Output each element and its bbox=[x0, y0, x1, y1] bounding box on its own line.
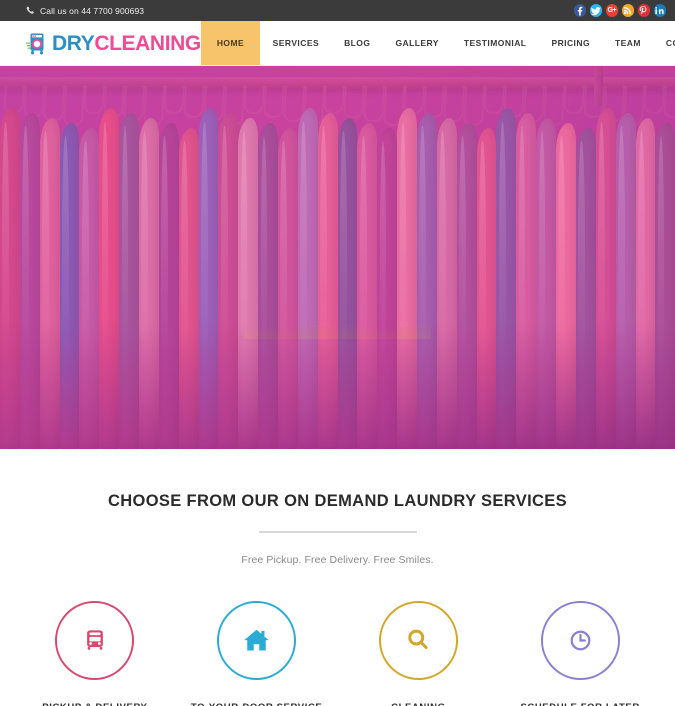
garment bbox=[178, 128, 199, 449]
washing-machine-icon bbox=[26, 31, 48, 55]
main-navigation: HOME SERVICES BLOG GALLERY TESTIMONIAL P… bbox=[200, 21, 675, 65]
garment bbox=[655, 123, 675, 449]
service-label-cleaning: CLEANING bbox=[391, 702, 445, 706]
garment bbox=[0, 108, 20, 449]
service-item-cleaning[interactable]: CLEANING bbox=[338, 600, 500, 706]
logo-text-cleaning: CLEANING bbox=[94, 31, 201, 55]
garment bbox=[357, 123, 378, 449]
garment bbox=[635, 118, 656, 449]
phone-icon bbox=[26, 6, 35, 15]
service-label-schedule-later: SCHEDULE FOR LATER bbox=[520, 702, 639, 706]
facebook-icon[interactable] bbox=[573, 4, 586, 17]
garment bbox=[436, 118, 457, 449]
nav-item-blog[interactable]: BLOG bbox=[332, 21, 383, 65]
social-links: G+ bbox=[573, 4, 666, 17]
hero-banner: JUST HANG YOUR BAG ON DOOR We Personally… bbox=[0, 66, 675, 449]
garment bbox=[337, 118, 358, 449]
service-item-pickup-delivery[interactable]: PICKUP & DELIVERY bbox=[14, 600, 176, 706]
garment bbox=[456, 123, 477, 449]
garment bbox=[317, 113, 338, 449]
garment bbox=[119, 113, 140, 449]
garment bbox=[158, 123, 179, 449]
top-bar: Call us on 44 7700 900693 G+ bbox=[0, 0, 675, 21]
garment bbox=[139, 118, 159, 449]
service-item-schedule-later[interactable]: SCHEDULE FOR LATER bbox=[499, 600, 661, 706]
rss-icon[interactable] bbox=[621, 4, 634, 17]
service-item-to-your-door[interactable]: TO-YOUR-DOOR SERVICE bbox=[176, 600, 338, 706]
garment bbox=[19, 113, 40, 449]
garment bbox=[218, 113, 239, 449]
home-icon bbox=[242, 626, 271, 655]
top-bar-contact: Call us on 44 7700 900693 bbox=[26, 6, 144, 16]
service-circle-schedule-later bbox=[540, 600, 620, 680]
garment bbox=[417, 113, 437, 449]
nav-item-gallery[interactable]: GALLERY bbox=[383, 21, 451, 65]
garment bbox=[198, 108, 219, 449]
nav-item-testimonial[interactable]: TESTIMONIAL bbox=[451, 21, 539, 65]
garment bbox=[516, 113, 537, 449]
service-circle-pickup-delivery bbox=[55, 600, 135, 680]
nav-item-pricing[interactable]: PRICING bbox=[539, 21, 603, 65]
nav-item-contact[interactable]: CONTACT bbox=[653, 21, 675, 65]
garment bbox=[238, 118, 259, 449]
garment bbox=[496, 108, 517, 449]
garment bbox=[297, 108, 318, 449]
service-circle-cleaning bbox=[378, 600, 458, 680]
nav-item-team[interactable]: TEAM bbox=[603, 21, 654, 65]
garment bbox=[595, 108, 616, 449]
logo[interactable]: DRYCLEANING bbox=[0, 21, 201, 65]
garment bbox=[575, 128, 596, 449]
services-grid: PICKUP & DELIVERY TO-YOUR-DOOR SERVICE bbox=[0, 600, 675, 706]
garment bbox=[59, 123, 80, 449]
garment bbox=[79, 128, 100, 449]
pinterest-icon[interactable] bbox=[637, 4, 650, 17]
service-circle-to-your-door bbox=[217, 600, 297, 680]
garment bbox=[536, 118, 557, 449]
garment bbox=[397, 108, 418, 449]
service-label-pickup-delivery: PICKUP & DELIVERY bbox=[42, 702, 147, 706]
site-header: DRYCLEANING HOME SERVICES BLOG GALLERY T… bbox=[0, 21, 675, 66]
garments-group bbox=[0, 108, 675, 449]
services-title: CHOOSE FROM OUR ON DEMAND LAUNDRY SERVIC… bbox=[107, 492, 567, 510]
garment bbox=[278, 128, 298, 449]
logo-text-dry: DRY bbox=[52, 31, 95, 55]
garment bbox=[377, 128, 398, 449]
nav-item-home[interactable]: HOME bbox=[200, 21, 261, 65]
garment bbox=[39, 118, 60, 449]
twitter-icon[interactable] bbox=[589, 4, 602, 17]
logo-text: DRYCLEANING bbox=[52, 33, 201, 54]
linkedin-icon[interactable] bbox=[653, 4, 666, 17]
phone-number-text: Call us on 44 7700 900693 bbox=[40, 5, 145, 16]
garment bbox=[556, 123, 576, 449]
bus-icon bbox=[81, 626, 109, 654]
garment bbox=[99, 108, 120, 449]
garment bbox=[258, 123, 279, 449]
search-icon bbox=[404, 626, 432, 654]
services-subtitle: Free Pickup. Free Delivery. Free Smiles. bbox=[241, 553, 434, 566]
google-plus-icon[interactable]: G+ bbox=[605, 4, 618, 17]
services-divider bbox=[258, 530, 417, 533]
clock-icon bbox=[567, 627, 594, 654]
garment bbox=[615, 113, 636, 449]
garment bbox=[476, 128, 497, 449]
services-section: CHOOSE FROM OUR ON DEMAND LAUNDRY SERVIC… bbox=[0, 449, 675, 706]
service-label-to-your-door: TO-YOUR-DOOR SERVICE bbox=[191, 702, 322, 706]
nav-item-services[interactable]: SERVICES bbox=[260, 21, 331, 65]
